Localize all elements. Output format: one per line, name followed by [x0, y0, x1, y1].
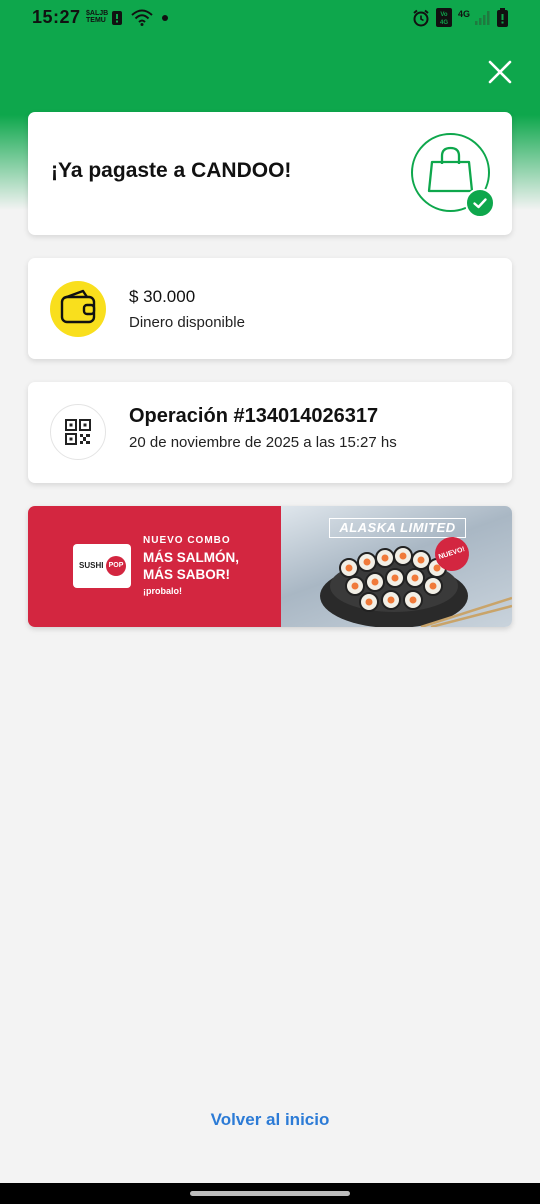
balance-label: Dinero disponible [129, 314, 245, 331]
operation-card: Operación #134014026317 20 de noviembre … [28, 382, 512, 483]
logo-pop-text: POP [106, 556, 126, 576]
back-to-home-link[interactable]: Volver al inicio [0, 1110, 540, 1130]
balance-amount: $ 30.000 [129, 287, 196, 306]
status-time: 15:27 [32, 7, 81, 27]
status-small-text-2: TEMU [86, 17, 106, 24]
logo-sushi-text: SUSHI [79, 561, 104, 570]
promo-headline-line2: MÁS SABOR! [143, 567, 230, 582]
navigation-bar [0, 1183, 540, 1204]
balance-card: $ 30.000 Dinero disponible [28, 258, 512, 359]
product-name: ALASKA LIMITED [329, 518, 466, 538]
check-badge [465, 188, 495, 218]
network-label: 4G [458, 9, 471, 19]
promo-headline: MÁS SALMÓN, MÁS SABOR! [143, 549, 239, 583]
home-gesture-bar[interactable] [190, 1191, 350, 1196]
operation-date: 20 de noviembre de 2025 a las 15:27 hs [129, 434, 397, 451]
sushi-pop-logo: SUSHI POP [73, 544, 131, 588]
svg-text:4G: 4G [440, 20, 448, 26]
status-bar: 15:27 $ALJB TEMU Vo 4G 4G [0, 0, 540, 36]
success-title: ¡Ya pagaste a CANDOO! [51, 159, 292, 182]
close-icon[interactable] [486, 58, 514, 86]
check-icon [473, 198, 487, 209]
dot-icon [162, 15, 168, 21]
svg-text:Vo: Vo [440, 12, 448, 18]
battery-icon [497, 8, 508, 27]
wifi-icon [131, 9, 153, 26]
wallet-circle [50, 281, 106, 337]
promo-banner-left: SUSHI POP NUEVO COMBO MÁS SALMÓN, MÁS SA… [28, 506, 281, 627]
payment-success-card: ¡Ya pagaste a CANDOO! [28, 112, 512, 235]
promo-tag: NUEVO COMBO [143, 535, 231, 546]
alarm-icon [413, 9, 429, 27]
volte-icon: Vo 4G [436, 8, 452, 27]
qr-code-icon [65, 419, 91, 445]
promo-cta: ¡probalo! [143, 586, 182, 596]
wallet-icon [60, 289, 96, 324]
promo-headline-line1: MÁS SALMÓN, [143, 550, 239, 565]
signal-icon [475, 11, 490, 25]
status-small-text: $ALJB TEMU [86, 10, 108, 24]
operation-number: Operación #134014026317 [129, 405, 379, 427]
promo-banner-image: ALASKA LIMITED NUEVO! [281, 506, 512, 627]
qr-circle [50, 404, 106, 460]
promo-banner[interactable]: SUSHI POP NUEVO COMBO MÁS SALMÓN, MÁS SA… [28, 506, 512, 627]
notification-icon [112, 11, 122, 25]
status-small-text-1: $ALJB [86, 10, 109, 17]
